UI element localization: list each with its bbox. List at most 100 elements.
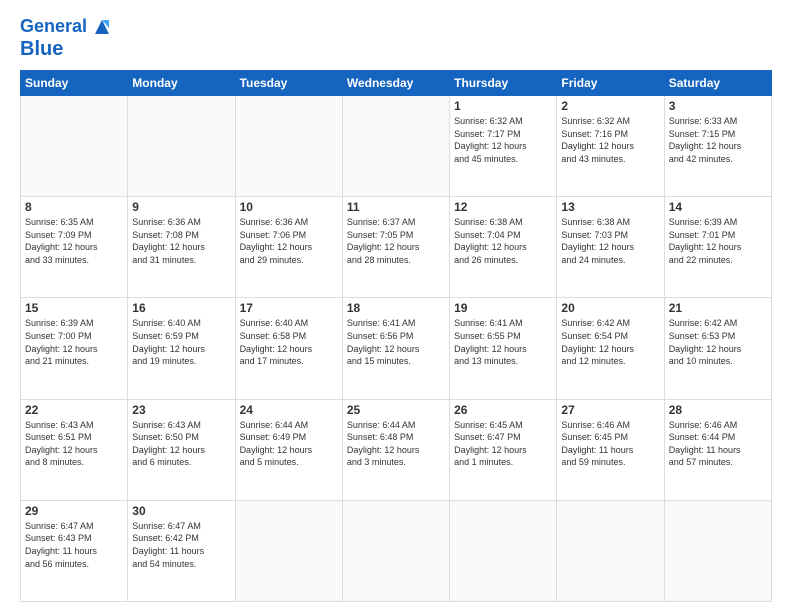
calendar-cell: 14 Sunrise: 6:39 AM Sunset: 7:01 PM Dayl…: [664, 197, 771, 298]
calendar-cell: 22 Sunrise: 6:43 AM Sunset: 6:51 PM Dayl…: [21, 399, 128, 500]
calendar-cell: 30 Sunrise: 6:47 AM Sunset: 6:42 PM Dayl…: [128, 500, 235, 601]
calendar-cell: [342, 500, 449, 601]
day-number: 25: [347, 403, 445, 417]
calendar-cell: 15 Sunrise: 6:39 AM Sunset: 7:00 PM Dayl…: [21, 298, 128, 399]
cell-sunrise: Sunrise: 6:40 AM: [240, 318, 309, 328]
weekday-header-tuesday: Tuesday: [235, 71, 342, 96]
cell-sunrise: Sunrise: 6:35 AM: [25, 217, 94, 227]
calendar-cell: 20 Sunrise: 6:42 AM Sunset: 6:54 PM Dayl…: [557, 298, 664, 399]
calendar-cell: 11 Sunrise: 6:37 AM Sunset: 7:05 PM Dayl…: [342, 197, 449, 298]
cell-sunrise: Sunrise: 6:47 AM: [25, 521, 94, 531]
calendar-cell: 19 Sunrise: 6:41 AM Sunset: 6:55 PM Dayl…: [450, 298, 557, 399]
logo-icon: [91, 16, 113, 38]
cell-daylight: Daylight: 12 hoursand 43 minutes.: [561, 141, 634, 164]
cell-daylight: Daylight: 12 hoursand 21 minutes.: [25, 344, 98, 367]
day-number: 16: [132, 301, 230, 315]
calendar-cell: 18 Sunrise: 6:41 AM Sunset: 6:56 PM Dayl…: [342, 298, 449, 399]
day-number: 26: [454, 403, 552, 417]
weekday-header-sunday: Sunday: [21, 71, 128, 96]
cell-sunset: Sunset: 6:51 PM: [25, 432, 92, 442]
cell-sunrise: Sunrise: 6:46 AM: [669, 420, 738, 430]
day-number: 18: [347, 301, 445, 315]
weekday-header-thursday: Thursday: [450, 71, 557, 96]
calendar-cell: 27 Sunrise: 6:46 AM Sunset: 6:45 PM Dayl…: [557, 399, 664, 500]
cell-sunset: Sunset: 6:50 PM: [132, 432, 199, 442]
calendar-cell: 3 Sunrise: 6:33 AM Sunset: 7:15 PM Dayli…: [664, 96, 771, 197]
cell-daylight: Daylight: 12 hoursand 13 minutes.: [454, 344, 527, 367]
calendar-cell: 16 Sunrise: 6:40 AM Sunset: 6:59 PM Dayl…: [128, 298, 235, 399]
cell-daylight: Daylight: 12 hoursand 33 minutes.: [25, 242, 98, 265]
calendar-cell: 13 Sunrise: 6:38 AM Sunset: 7:03 PM Dayl…: [557, 197, 664, 298]
cell-daylight: Daylight: 12 hoursand 26 minutes.: [454, 242, 527, 265]
calendar-cell: [235, 96, 342, 197]
cell-sunset: Sunset: 6:53 PM: [669, 331, 736, 341]
logo-text: General: [20, 17, 87, 37]
day-number: 10: [240, 200, 338, 214]
logo-blue-text: Blue: [20, 38, 113, 60]
cell-sunrise: Sunrise: 6:36 AM: [132, 217, 201, 227]
day-number: 1: [454, 99, 552, 113]
cell-sunrise: Sunrise: 6:43 AM: [132, 420, 201, 430]
day-number: 17: [240, 301, 338, 315]
cell-daylight: Daylight: 12 hoursand 17 minutes.: [240, 344, 313, 367]
cell-sunset: Sunset: 6:49 PM: [240, 432, 307, 442]
day-number: 15: [25, 301, 123, 315]
cell-sunset: Sunset: 7:05 PM: [347, 230, 414, 240]
calendar-cell: 21 Sunrise: 6:42 AM Sunset: 6:53 PM Dayl…: [664, 298, 771, 399]
calendar-cell: [450, 500, 557, 601]
cell-sunrise: Sunrise: 6:32 AM: [454, 116, 523, 126]
cell-sunset: Sunset: 7:03 PM: [561, 230, 628, 240]
cell-sunrise: Sunrise: 6:37 AM: [347, 217, 416, 227]
day-number: 30: [132, 504, 230, 518]
day-number: 8: [25, 200, 123, 214]
cell-sunset: Sunset: 6:43 PM: [25, 533, 92, 543]
cell-daylight: Daylight: 11 hoursand 59 minutes.: [561, 445, 633, 468]
cell-daylight: Daylight: 12 hoursand 24 minutes.: [561, 242, 634, 265]
cell-sunset: Sunset: 6:45 PM: [561, 432, 628, 442]
cell-sunrise: Sunrise: 6:44 AM: [347, 420, 416, 430]
calendar-cell: [557, 500, 664, 601]
cell-daylight: Daylight: 12 hoursand 31 minutes.: [132, 242, 205, 265]
day-number: 28: [669, 403, 767, 417]
cell-sunset: Sunset: 7:01 PM: [669, 230, 736, 240]
cell-sunrise: Sunrise: 6:39 AM: [669, 217, 738, 227]
calendar-cell: 17 Sunrise: 6:40 AM Sunset: 6:58 PM Dayl…: [235, 298, 342, 399]
day-number: 29: [25, 504, 123, 518]
weekday-header-friday: Friday: [557, 71, 664, 96]
cell-sunrise: Sunrise: 6:33 AM: [669, 116, 738, 126]
calendar-cell: [342, 96, 449, 197]
day-number: 21: [669, 301, 767, 315]
day-number: 22: [25, 403, 123, 417]
cell-daylight: Daylight: 12 hoursand 1 minutes.: [454, 445, 527, 468]
cell-daylight: Daylight: 11 hoursand 54 minutes.: [132, 546, 204, 569]
cell-sunset: Sunset: 7:15 PM: [669, 129, 736, 139]
cell-sunrise: Sunrise: 6:47 AM: [132, 521, 201, 531]
day-number: 9: [132, 200, 230, 214]
cell-sunset: Sunset: 6:56 PM: [347, 331, 414, 341]
cell-sunset: Sunset: 7:09 PM: [25, 230, 92, 240]
cell-sunset: Sunset: 6:55 PM: [454, 331, 521, 341]
cell-daylight: Daylight: 11 hoursand 56 minutes.: [25, 546, 97, 569]
calendar: SundayMondayTuesdayWednesdayThursdayFrid…: [20, 70, 772, 602]
cell-daylight: Daylight: 12 hoursand 5 minutes.: [240, 445, 313, 468]
day-number: 11: [347, 200, 445, 214]
cell-sunrise: Sunrise: 6:41 AM: [347, 318, 416, 328]
calendar-cell: 9 Sunrise: 6:36 AM Sunset: 7:08 PM Dayli…: [128, 197, 235, 298]
cell-daylight: Daylight: 12 hoursand 6 minutes.: [132, 445, 205, 468]
cell-daylight: Daylight: 12 hoursand 19 minutes.: [132, 344, 205, 367]
cell-sunset: Sunset: 7:04 PM: [454, 230, 521, 240]
calendar-cell: 23 Sunrise: 6:43 AM Sunset: 6:50 PM Dayl…: [128, 399, 235, 500]
cell-sunset: Sunset: 6:42 PM: [132, 533, 199, 543]
cell-sunrise: Sunrise: 6:36 AM: [240, 217, 309, 227]
day-number: 12: [454, 200, 552, 214]
calendar-cell: 1 Sunrise: 6:32 AM Sunset: 7:17 PM Dayli…: [450, 96, 557, 197]
day-number: 19: [454, 301, 552, 315]
cell-daylight: Daylight: 12 hoursand 42 minutes.: [669, 141, 742, 164]
cell-daylight: Daylight: 12 hoursand 8 minutes.: [25, 445, 98, 468]
cell-daylight: Daylight: 12 hoursand 10 minutes.: [669, 344, 742, 367]
calendar-cell: 10 Sunrise: 6:36 AM Sunset: 7:06 PM Dayl…: [235, 197, 342, 298]
day-number: 23: [132, 403, 230, 417]
cell-sunrise: Sunrise: 6:44 AM: [240, 420, 309, 430]
cell-sunset: Sunset: 6:58 PM: [240, 331, 307, 341]
cell-sunrise: Sunrise: 6:32 AM: [561, 116, 630, 126]
